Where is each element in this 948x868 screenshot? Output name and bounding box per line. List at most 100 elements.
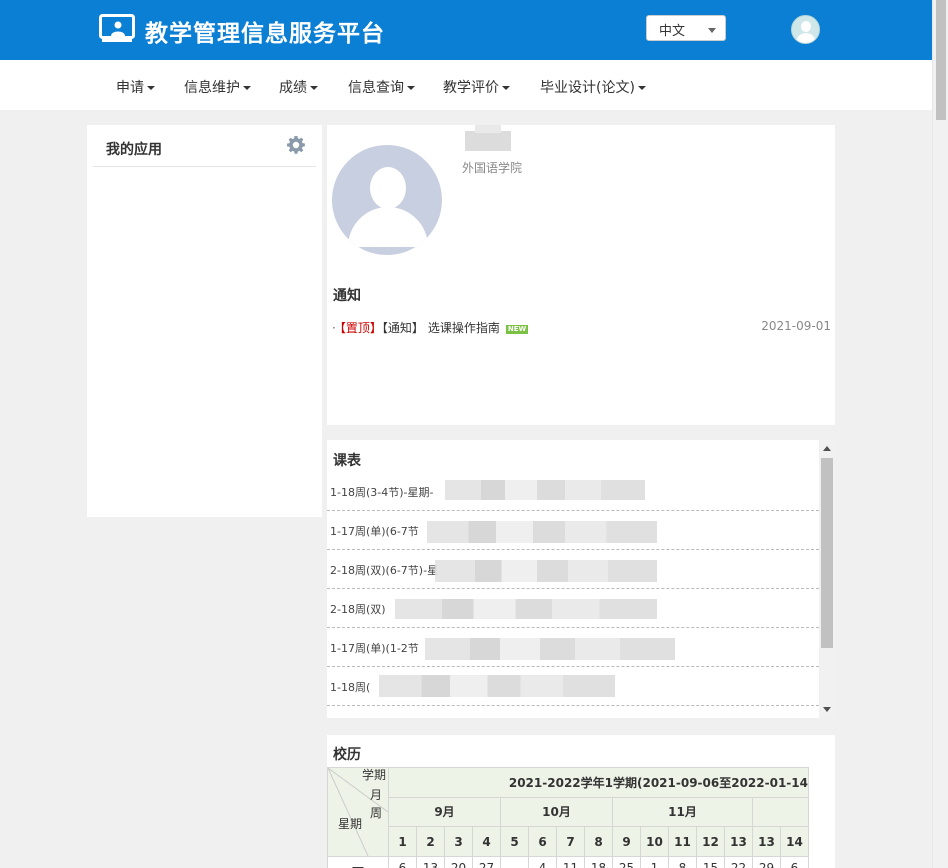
week-number: 14	[780, 826, 809, 857]
month-header: 10月	[500, 796, 613, 828]
calendar-day: 22	[724, 856, 753, 868]
schedule-panel: 课表 1-18周(3-4节)-星期- 1-17周(单)(6-7节 2-18周(双…	[327, 440, 819, 718]
page-scrollbar-thumb[interactable]	[936, 0, 946, 120]
notice-pinned-tag: 【置顶】	[339, 321, 382, 335]
month-header	[752, 796, 809, 828]
calendar-day	[500, 856, 529, 868]
platform-logo-icon	[99, 14, 135, 42]
corner-month-label: 月	[370, 788, 383, 802]
chevron-down-icon	[708, 28, 716, 33]
week-number: 10	[640, 826, 669, 857]
calendar-day: 18	[584, 856, 613, 868]
course-row[interactable]: 2-18周(双)	[327, 589, 819, 628]
blurred-content	[395, 599, 657, 619]
college-name: 外国语学院	[462, 161, 523, 175]
notice-date: 2021-09-01	[761, 319, 831, 333]
calendar-title: 校历	[333, 747, 361, 763]
schedule-scrollbar-thumb[interactable]	[821, 458, 833, 648]
corner-week-label: 周	[370, 806, 383, 820]
week-number: 4	[472, 826, 501, 857]
month-header: 9月	[388, 796, 501, 828]
calendar-day: 11	[556, 856, 585, 868]
profile-avatar	[332, 145, 442, 255]
caret-down-icon	[243, 86, 251, 90]
course-row[interactable]: 2-18周(双)(6-7节)-星	[327, 550, 819, 589]
caret-down-icon	[502, 86, 510, 90]
new-badge: NEW	[505, 325, 529, 334]
caret-down-icon	[147, 86, 155, 90]
gear-icon[interactable]	[286, 135, 306, 155]
course-text: 2-18周(双)(6-7节)-星	[330, 564, 439, 577]
month-header: 11月	[612, 796, 753, 828]
caret-down-icon	[637, 86, 646, 90]
scroll-up-icon[interactable]	[823, 446, 831, 451]
notice-item[interactable]: · 【置顶】【通知】 选课操作指南 NEW 2021-09-01	[332, 319, 831, 335]
language-value: 中文	[659, 24, 686, 39]
nav-grades[interactable]: 成绩	[279, 77, 318, 97]
calendar-term-header: 2021-2022学年1学期(2021-09-06至2022-01-14	[388, 767, 809, 798]
notice-title: 通知	[333, 288, 361, 304]
notice-category: 【通知】	[381, 321, 424, 335]
calendar-day: 1	[640, 856, 669, 868]
calendar-panel: 校历 学期 月 周 星期 2021-2022学年1学期(2021-09-06至2…	[327, 735, 835, 868]
schedule-scrollbar[interactable]	[819, 440, 835, 718]
calendar-day: 6	[780, 856, 809, 868]
calendar-corner-cell: 学期 月 周 星期	[327, 767, 389, 857]
calendar-day: 4	[528, 856, 557, 868]
blurred-content	[445, 480, 645, 500]
caret-down-icon	[310, 86, 318, 90]
calendar-day: 13	[416, 856, 445, 868]
nav-info-maintenance[interactable]: 信息维护	[184, 77, 251, 97]
course-text: 1-17周(单)(6-7节	[330, 525, 419, 538]
blurred-content	[427, 521, 657, 543]
course-row[interactable]: 1-17周(单)(1-2节	[327, 628, 819, 667]
course-text: 2-18周(双)	[330, 603, 386, 616]
week-number: 8	[584, 826, 613, 857]
course-row[interactable]: 1-18周(	[327, 667, 819, 706]
scroll-down-icon[interactable]	[823, 707, 831, 712]
top-header: 教学管理信息服务平台 中文	[0, 0, 932, 60]
week-number: 12	[696, 826, 725, 857]
platform-title: 教学管理信息服务平台	[145, 21, 385, 47]
nav-info-query[interactable]: 信息查询	[348, 77, 415, 97]
user-avatar[interactable]	[791, 15, 820, 44]
week-number: 9	[612, 826, 641, 857]
nav-graduation-design[interactable]: 毕业设计(论文)	[540, 77, 646, 97]
course-row[interactable]: 1-18周(3-4节)-星期-	[327, 472, 819, 511]
language-select[interactable]: 中文	[646, 15, 726, 41]
schedule-title: 课表	[333, 453, 361, 469]
caret-down-icon	[407, 86, 415, 90]
week-number: 1	[388, 826, 417, 857]
course-text: 1-17周(单)(1-2节	[330, 642, 419, 655]
course-row[interactable]: 1-17周(单)(6-7节	[327, 511, 819, 550]
my-apps-title: 我的应用	[106, 142, 162, 158]
week-number: 13	[724, 826, 753, 857]
week-number: 6	[528, 826, 557, 857]
week-number: 13	[752, 826, 781, 857]
profile-panel: 外国语学院 通知 · 【置顶】【通知】 选课操作指南 NEW 2021-09-01	[327, 125, 835, 425]
week-number: 11	[668, 826, 697, 857]
main-nav: 申请 信息维护 成绩 信息查询 教学评价 毕业设计(论文)	[0, 60, 932, 110]
my-apps-panel: 我的应用	[87, 125, 322, 517]
blurred-content	[379, 675, 615, 697]
notice-link[interactable]: 选课操作指南	[428, 321, 500, 335]
calendar-day: 8	[668, 856, 697, 868]
calendar-day: 27	[472, 856, 501, 868]
nav-apply[interactable]: 申请	[116, 77, 155, 97]
page-scrollbar[interactable]	[932, 0, 948, 868]
course-text: 1-18周(3-4节)-星期-	[330, 486, 434, 499]
course-text: 1-18周(	[330, 681, 371, 694]
school-calendar-table: 学期 月 周 星期 2021-2022学年1学期(2021-09-06至2022…	[327, 767, 809, 868]
nav-teaching-evaluation[interactable]: 教学评价	[443, 77, 510, 97]
calendar-day: 29	[752, 856, 781, 868]
blurred-student-name	[465, 125, 511, 151]
week-number: 7	[556, 826, 585, 857]
calendar-day: 6	[388, 856, 417, 868]
corner-weekday-label: 星期	[338, 817, 363, 831]
calendar-day: 15	[696, 856, 725, 868]
blurred-content	[435, 560, 657, 582]
blurred-content	[425, 638, 675, 660]
week-number: 2	[416, 826, 445, 857]
my-apps-header: 我的应用	[93, 125, 316, 167]
corner-term-label: 学期	[362, 768, 387, 782]
